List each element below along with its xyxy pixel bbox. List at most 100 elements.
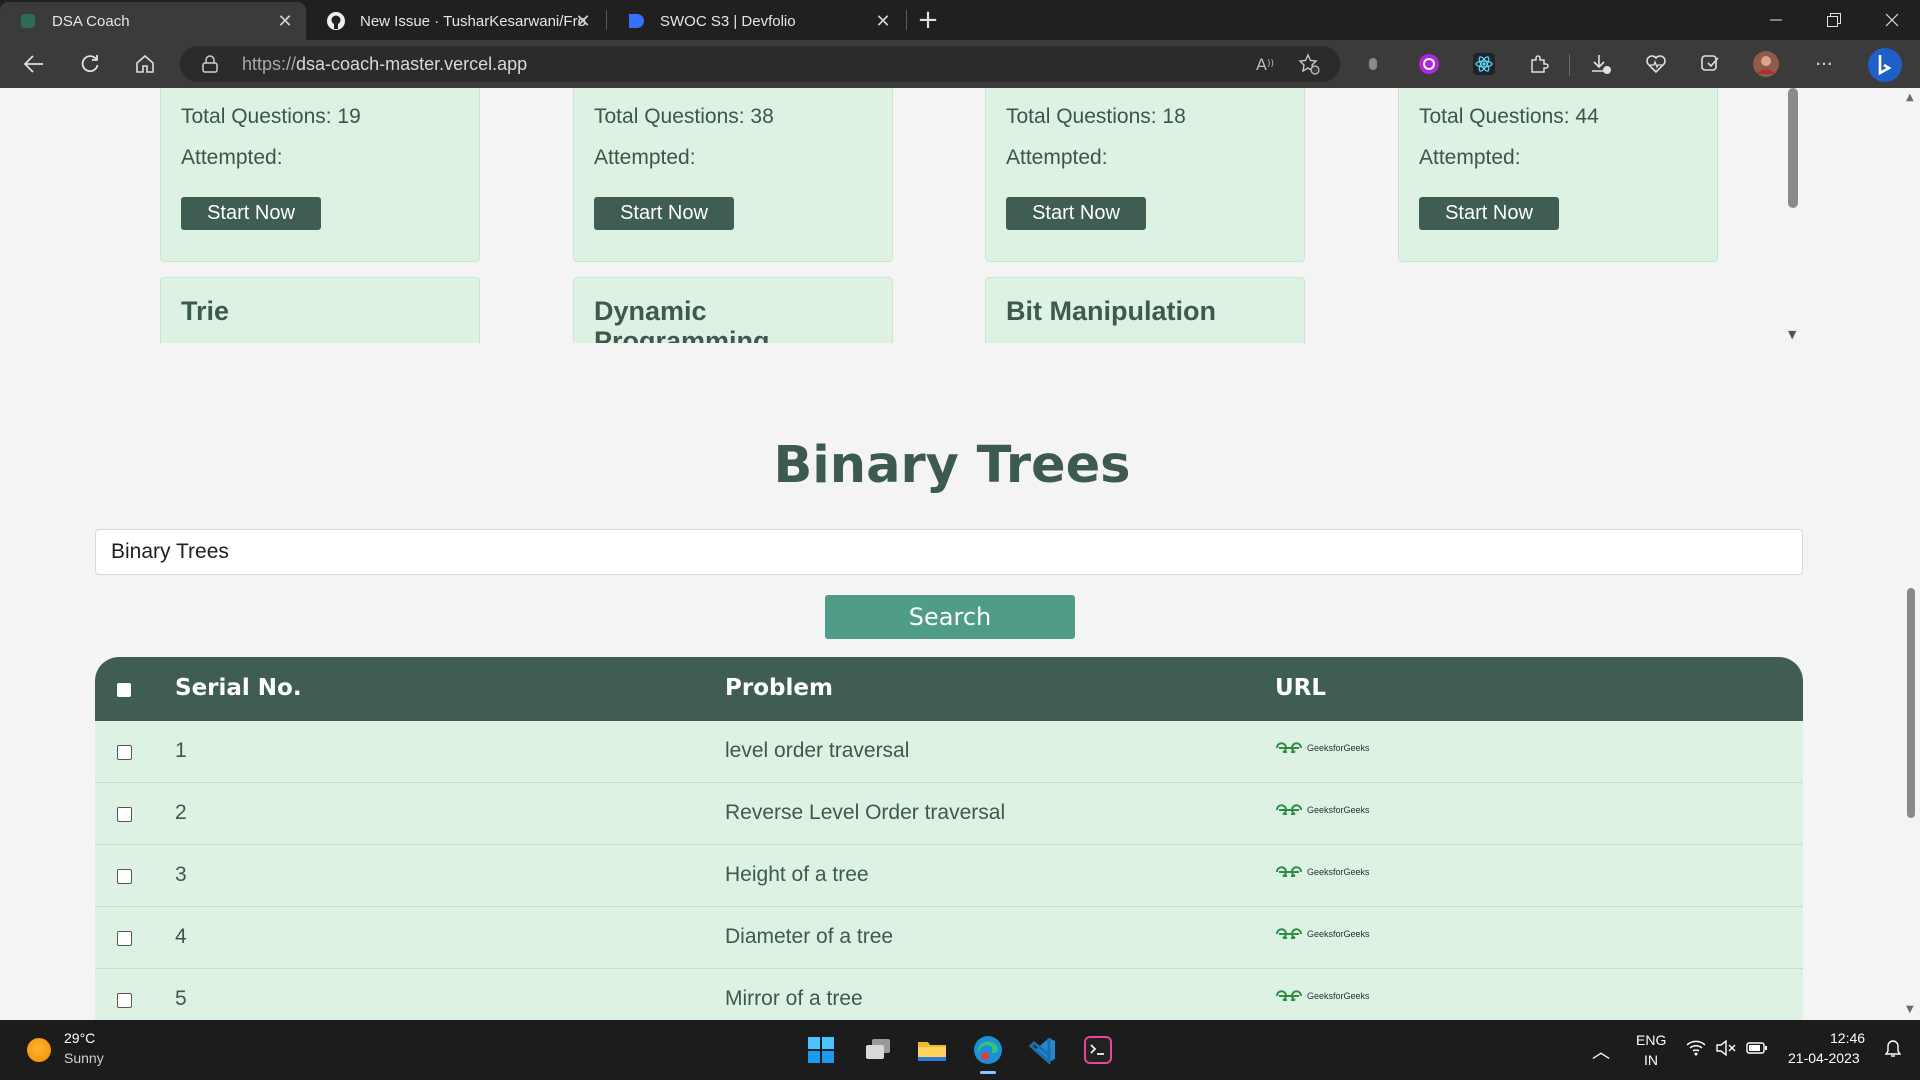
gfg-link[interactable]: GeeksforGeeks — [1275, 989, 1370, 1003]
weather-description[interactable]: Sunny — [64, 1050, 104, 1066]
table-row: 5 Mirror of a tree GeeksforGeeks — [95, 969, 1803, 1020]
devfolio-icon — [626, 11, 646, 31]
vscode-icon[interactable] — [1025, 1032, 1061, 1068]
start-now-button[interactable]: Start Now — [594, 197, 734, 230]
gfg-link[interactable]: GeeksforGeeks — [1275, 803, 1370, 817]
page-scrollbar[interactable]: ▲ ▼ — [1904, 88, 1920, 1020]
home-icon[interactable] — [127, 48, 163, 80]
page-scrollbar-thumb[interactable] — [1907, 588, 1915, 818]
notifications-icon[interactable] — [1884, 1040, 1902, 1061]
restore-icon[interactable] — [1806, 0, 1862, 40]
extensions-puzzle-icon[interactable] — [1524, 50, 1554, 78]
tab-devfolio[interactable]: SWOC S3 | Devfolio ✕ — [608, 2, 904, 40]
gfg-link[interactable]: GeeksforGeeks — [1275, 927, 1370, 941]
language-top[interactable]: ENG — [1636, 1032, 1666, 1048]
dsa-coach-favicon-icon — [18, 11, 38, 31]
gfg-text: GeeksforGeeks — [1307, 805, 1370, 815]
header-url: URL — [1275, 675, 1327, 701]
tab-title: DSA Coach — [52, 12, 130, 30]
weather-temperature[interactable]: 29°C — [64, 1030, 95, 1046]
weather-sun-icon[interactable] — [27, 1038, 51, 1062]
url-host: dsa-coach-master.vercel.app — [296, 54, 528, 74]
scroll-down-arrow-icon[interactable]: ▼ — [1788, 328, 1796, 341]
refresh-icon[interactable] — [72, 48, 108, 80]
show-hidden-icons-icon[interactable]: ︿ — [1592, 1038, 1610, 1064]
cards-scrollbar[interactable]: ▼ — [1785, 88, 1801, 343]
clock-date[interactable]: 21-04-2023 — [1788, 1050, 1860, 1066]
attempted: Attempted: — [181, 146, 283, 169]
table-row: 4 Diameter of a tree GeeksforGeeks — [95, 907, 1803, 969]
row-checkbox[interactable] — [117, 745, 132, 760]
task-view-icon[interactable] — [860, 1032, 896, 1068]
downloads-icon[interactable] — [1586, 50, 1616, 78]
url-text[interactable]: https://dsa-coach-master.vercel.app — [242, 54, 527, 75]
add-favorite-icon[interactable] — [1296, 52, 1322, 76]
gfg-text: GeeksforGeeks — [1307, 743, 1370, 753]
battery-icon[interactable] — [1746, 1040, 1768, 1059]
start-now-button[interactable]: Start Now — [181, 197, 321, 230]
back-icon[interactable] — [16, 48, 52, 80]
scroll-up-arrow-icon[interactable]: ▲ — [1906, 92, 1914, 103]
edge-browser-icon[interactable] — [970, 1032, 1006, 1074]
page-title: Binary Trees — [773, 436, 1131, 495]
tab-dsa-coach[interactable]: DSA Coach ✕ — [0, 2, 306, 40]
topic-card[interactable]: Trie — [160, 277, 480, 343]
select-all-checkbox[interactable] — [117, 683, 131, 697]
table-header: Serial No. Problem URL — [95, 657, 1803, 721]
wifi-icon[interactable] — [1686, 1040, 1706, 1059]
row-checkbox[interactable] — [117, 869, 132, 884]
volume-muted-icon[interactable] — [1716, 1039, 1736, 1059]
scroll-down-arrow-icon[interactable]: ▼ — [1906, 1004, 1914, 1015]
bing-copilot-icon[interactable] — [1866, 46, 1904, 84]
language-bottom[interactable]: IN — [1644, 1052, 1658, 1068]
read-aloud-icon[interactable]: A)) — [1252, 52, 1278, 76]
extension-purple-icon[interactable] — [1414, 50, 1444, 78]
start-menu-icon[interactable] — [803, 1032, 839, 1068]
windows-taskbar: 29°C Sunny ︿ ENG IN 12:46 21-04-2023 — [0, 1020, 1920, 1080]
geeksforgeeks-logo-icon — [1276, 866, 1302, 877]
row-checkbox[interactable] — [117, 931, 132, 946]
gfg-link[interactable]: GeeksforGeeks — [1275, 741, 1370, 755]
table-row: 1 level order traversal GeeksforGeeks — [95, 721, 1803, 783]
extension-icon[interactable] — [1358, 50, 1388, 78]
table-row: 3 Height of a tree GeeksforGeeks — [95, 845, 1803, 907]
geeksforgeeks-logo-icon — [1276, 742, 1302, 753]
collections-icon[interactable] — [1695, 50, 1725, 78]
file-explorer-icon[interactable] — [914, 1032, 950, 1068]
start-now-button[interactable]: Start Now — [1419, 197, 1559, 230]
topic-card[interactable]: Bit Manipulation — [985, 277, 1305, 343]
tab-title: SWOC S3 | Devfolio — [660, 12, 796, 30]
lock-icon[interactable] — [202, 55, 218, 77]
scrollbar-thumb[interactable] — [1788, 88, 1798, 208]
more-options-icon[interactable]: ··· — [1809, 50, 1839, 78]
address-bar[interactable]: https://dsa-coach-master.vercel.app A)) — [180, 46, 1340, 82]
close-tab-icon[interactable]: ✕ — [872, 10, 894, 32]
new-tab-button[interactable]: + — [914, 4, 942, 36]
total-questions: Total Questions: 18 — [1006, 105, 1186, 128]
problem-name: Height of a tree — [725, 863, 869, 886]
tab-github-issue[interactable]: New Issue · TusharKesarwani/Fro ✕ — [308, 2, 604, 40]
gfg-link[interactable]: GeeksforGeeks — [1275, 865, 1370, 879]
browser-essentials-icon[interactable] — [1641, 50, 1671, 78]
close-tab-icon[interactable]: ✕ — [274, 10, 296, 32]
close-window-icon[interactable] — [1864, 0, 1920, 40]
minimize-icon[interactable] — [1748, 0, 1804, 40]
search-input[interactable]: Binary Trees — [95, 529, 1803, 575]
attempted: Attempted: — [1006, 146, 1108, 169]
start-now-button[interactable]: Start Now — [1006, 197, 1146, 230]
gfg-text: GeeksforGeeks — [1307, 991, 1370, 1001]
react-devtools-icon[interactable] — [1469, 50, 1499, 78]
toolbar-divider — [1569, 54, 1570, 76]
terminal-icon[interactable] — [1080, 1032, 1116, 1068]
serial-number: 5 — [175, 987, 187, 1010]
gfg-text: GeeksforGeeks — [1307, 929, 1370, 939]
clock-time[interactable]: 12:46 — [1830, 1030, 1865, 1046]
geeksforgeeks-logo-icon — [1276, 804, 1302, 815]
topic-card[interactable]: Dynamic Programming — [573, 277, 893, 343]
profile-avatar[interactable] — [1751, 50, 1781, 78]
topic-card: Total Questions: 19 Attempted: Start Now — [160, 88, 480, 262]
row-checkbox[interactable] — [117, 807, 132, 822]
close-tab-icon[interactable]: ✕ — [572, 10, 594, 32]
row-checkbox[interactable] — [117, 993, 132, 1008]
search-button[interactable]: Search — [825, 595, 1075, 639]
